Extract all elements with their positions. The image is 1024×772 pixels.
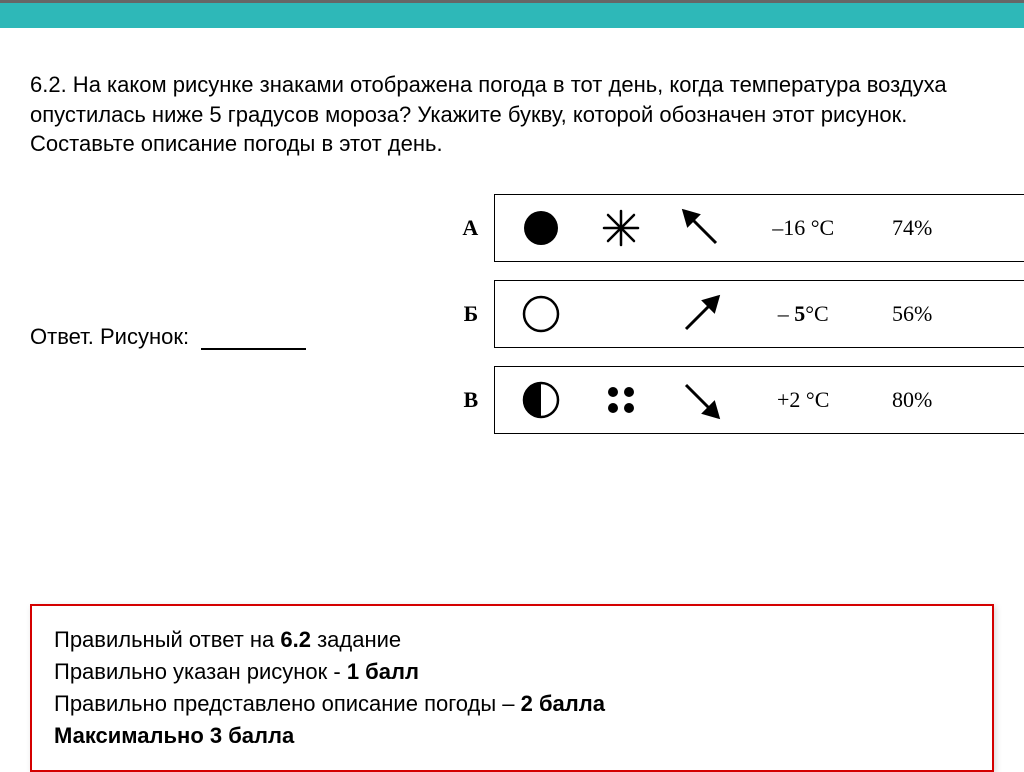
answer-underline: [201, 348, 306, 350]
temp-b-suffix: °C: [805, 301, 828, 326]
cl2b: 1 балл: [347, 659, 419, 684]
correct-line2: Правильно указан рисунок - 1 балл: [54, 656, 970, 688]
answer-label: Ответ. Рисунок:: [30, 324, 189, 349]
humid-a: 74%: [877, 215, 947, 241]
arrow-se-icon: [673, 377, 729, 423]
cl1a: Правильный ответ на: [54, 627, 280, 652]
empty-circle-icon: [513, 294, 569, 334]
cl1c: задание: [311, 627, 401, 652]
top-bar: [0, 0, 1024, 28]
humid-v: 80%: [877, 387, 947, 413]
option-row-b: Б – 5°C 56%: [456, 280, 1024, 348]
option-box-a: –16 °C 74%: [494, 194, 1024, 262]
cl3b: 2 балла: [521, 691, 605, 716]
option-label-v: В: [456, 387, 478, 413]
option-box-v: +2 °C 80%: [494, 366, 1024, 434]
arrow-nw-icon: [673, 205, 729, 251]
correct-line4: Максимально 3 балла: [54, 720, 970, 752]
half-circle-icon: [513, 380, 569, 420]
option-row-a: А: [456, 194, 1024, 262]
snow-icon: [593, 208, 649, 248]
correct-line1: Правильный ответ на 6.2 задание: [54, 624, 970, 656]
temp-a: –16 °C: [753, 215, 853, 241]
option-label-b: Б: [456, 301, 478, 327]
humid-b: 56%: [877, 301, 947, 327]
question-text: 6.2. На каком рисунке знаками отображена…: [30, 70, 994, 159]
option-label-a: А: [456, 215, 478, 241]
temp-v: +2 °C: [753, 387, 853, 413]
full-circle-icon: [513, 208, 569, 248]
arrow-ne-icon: [673, 291, 729, 337]
temp-b-prefix: –: [778, 301, 795, 326]
cl2a: Правильно указан рисунок -: [54, 659, 347, 684]
option-row-v: В: [456, 366, 1024, 434]
options-area: А: [456, 194, 1024, 434]
dots-icon: [593, 380, 649, 420]
temp-b-bold: 5: [794, 301, 805, 326]
correct-answer-box: Правильный ответ на 6.2 задание Правильн…: [30, 604, 994, 772]
main-row: Ответ. Рисунок: А: [30, 194, 994, 434]
cl1b: 6.2: [280, 627, 311, 652]
correct-line3: Правильно представлено описание погоды –…: [54, 688, 970, 720]
content: 6.2. На каком рисунке знаками отображена…: [0, 28, 1024, 454]
cl3a: Правильно представлено описание погоды –: [54, 691, 521, 716]
option-box-b: – 5°C 56%: [494, 280, 1024, 348]
answer-area: Ответ. Рисунок:: [30, 324, 306, 350]
temp-b: – 5°C: [753, 301, 853, 327]
